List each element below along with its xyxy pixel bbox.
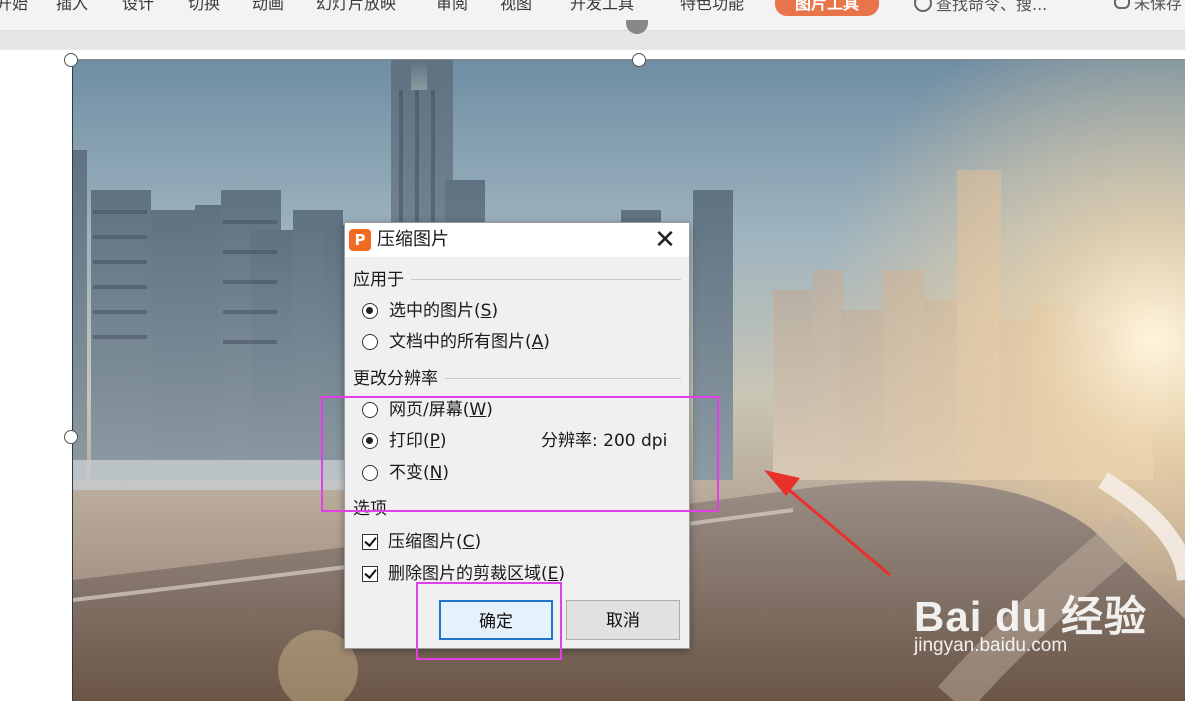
watermark-url: jingyan.baidu.com — [914, 635, 1068, 656]
baidu-jingyan-watermark: Bai du 经验 jingyan.baidu.com — [914, 583, 1147, 656]
